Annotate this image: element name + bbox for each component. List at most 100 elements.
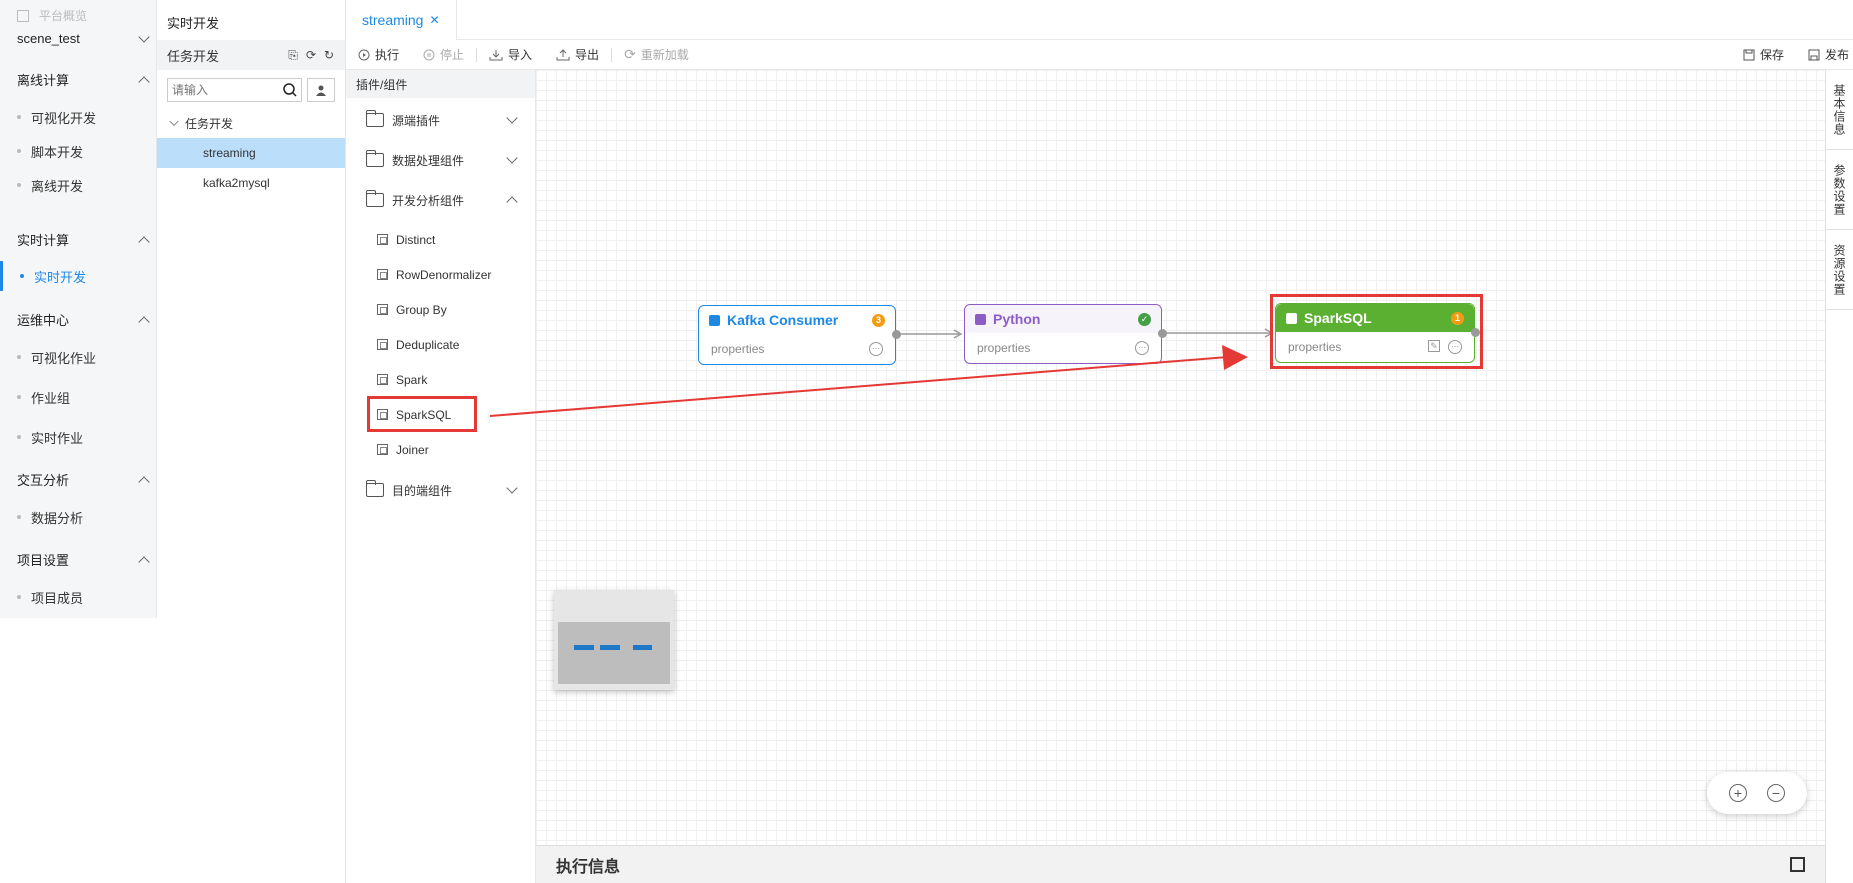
folder-label: 开发分析组件 (392, 193, 465, 208)
node-badge: 3 (872, 313, 885, 327)
component-rowdenormalizer[interactable]: RowDenormalizer (346, 257, 535, 292)
publish-button[interactable]: 发布 (1796, 46, 1853, 63)
zoom-controls: + − (1707, 772, 1807, 814)
platform-overview-link[interactable]: 平台概览 (17, 7, 87, 24)
component-icon (377, 304, 388, 315)
close-icon[interactable]: ✕ (429, 13, 439, 27)
nav-group-realtime[interactable]: 实时计算 (17, 230, 149, 249)
tree-leaf-streaming[interactable]: streaming (157, 138, 345, 168)
play-icon (358, 49, 370, 60)
folder-label: 目的端组件 (392, 483, 453, 498)
tree-search-box (167, 78, 302, 102)
nav-group-offline[interactable]: 离线计算 (17, 70, 149, 89)
nav-group-label: 项目设置 (17, 553, 70, 568)
sync-icon[interactable]: ⟳ (305, 49, 317, 61)
output-port[interactable] (1158, 329, 1167, 338)
zoom-in-icon[interactable]: + (1729, 784, 1747, 802)
reload-button[interactable]: ⟳ 重新加载 (612, 46, 701, 63)
node-header: Python ✓ (965, 305, 1161, 333)
nav-item-project-members[interactable]: 项目成员 (0, 582, 156, 612)
folder-sink-components[interactable]: 目的端组件 (346, 470, 535, 510)
nav-item-data-analysis[interactable]: 数据分析 (0, 502, 156, 532)
more-icon[interactable]: ⋯ (1448, 340, 1462, 354)
canvas-minimap[interactable] (554, 590, 674, 690)
nav-group-label: 运维中心 (17, 313, 70, 328)
stop-button[interactable]: 停止 (411, 46, 476, 63)
node-header: Kafka Consumer 3 (699, 306, 895, 334)
refresh-icon[interactable]: ↻ (323, 49, 335, 61)
folder-data-processing[interactable]: 数据处理组件 (346, 140, 535, 180)
chevron-up-icon (139, 75, 149, 85)
folder-source-plugins[interactable]: 源端插件 (346, 100, 535, 140)
component-label: Distinct (396, 232, 436, 247)
output-port[interactable] (892, 330, 901, 339)
user-filter-button[interactable] (307, 78, 335, 102)
more-icon[interactable]: ⋯ (1135, 341, 1149, 355)
folder-label: 源端插件 (392, 113, 441, 128)
tree-section-bar: 任务开发 ⎘ ⟳ ↻ (157, 40, 345, 70)
tab-resource-settings[interactable]: 资源设置 (1826, 230, 1853, 310)
component-label: SparkSQL (396, 407, 452, 422)
nav-item-visual-job[interactable]: 可视化作业 (0, 342, 156, 372)
component-joiner[interactable]: Joiner (346, 432, 535, 467)
nav-group-interactive[interactable]: 交互分析 (17, 470, 149, 489)
tab-streaming[interactable]: streaming ✕ (346, 0, 457, 40)
component-deduplicate[interactable]: Deduplicate (346, 327, 535, 362)
nav-item-label: 可视化作业 (31, 350, 97, 366)
nav-item-script-dev[interactable]: 脚本开发 (0, 136, 156, 166)
minimap-viewport[interactable] (558, 622, 670, 684)
new-file-icon[interactable]: ⎘ (287, 49, 299, 61)
reload-icon: ⟳ (624, 46, 636, 62)
import-button[interactable]: 导入 (477, 46, 544, 63)
more-icon[interactable]: ⋯ (869, 342, 883, 356)
bullet-icon (17, 395, 21, 399)
run-button[interactable]: 执行 (346, 46, 411, 63)
nav-item-visual-dev[interactable]: 可视化开发 (0, 102, 156, 132)
node-python[interactable]: Python ✓ properties ⋯ (964, 304, 1162, 364)
folder-icon (365, 480, 384, 497)
edit-icon[interactable]: ✎ (1428, 340, 1440, 352)
bullet-icon (17, 149, 21, 153)
component-sparksql[interactable]: SparkSQL (346, 397, 535, 432)
component-spark[interactable]: Spark (346, 362, 535, 397)
tab-param-settings[interactable]: 参数设置 (1826, 150, 1853, 230)
plugin-palette: 插件/组件 源端插件 数据处理组件 开发分析组件 Distinct RowDen… (346, 70, 536, 883)
nav-item-job-group[interactable]: 作业组 (0, 382, 156, 412)
execution-info-title: 执行信息 (556, 858, 621, 876)
nav-group-ops[interactable]: 运维中心 (17, 310, 149, 329)
nav-group-project-settings[interactable]: 项目设置 (17, 550, 149, 569)
editor-toolbar: 执行 停止 导入 导出 ⟳ 重新加载 保存 发布 (346, 40, 1853, 70)
component-distinct[interactable]: Distinct (346, 222, 535, 257)
tree-root-node[interactable]: 任务开发 (157, 108, 345, 138)
node-title: Python (993, 311, 1041, 327)
save-button[interactable]: 保存 (1731, 46, 1796, 63)
check-icon: ✓ (1138, 312, 1151, 326)
nav-item-realtime-dev[interactable]: 实时开发 (0, 261, 156, 291)
zoom-out-icon[interactable]: − (1767, 784, 1785, 802)
component-groupby[interactable]: Group By (346, 292, 535, 327)
tree-leaf-kafka2mysql[interactable]: kafka2mysql (157, 168, 345, 198)
nav-item-realtime-job[interactable]: 实时作业 (0, 422, 156, 452)
tree-search-input[interactable] (172, 83, 272, 97)
maximize-icon[interactable] (1790, 857, 1805, 872)
output-port[interactable] (1471, 328, 1480, 337)
tab-basic-info[interactable]: 基本信息 (1826, 70, 1853, 150)
folder-icon (365, 110, 384, 127)
chevron-down-icon (139, 34, 149, 44)
chevron-up-icon (139, 315, 149, 325)
export-button[interactable]: 导出 (544, 46, 611, 63)
project-selector[interactable]: scene_test (17, 31, 149, 46)
folder-dev-analysis[interactable]: 开发分析组件 (346, 180, 535, 220)
node-body: properties ✎ ⋯ (1276, 332, 1474, 362)
flow-canvas[interactable]: Kafka Consumer 3 properties ⋯ Python ✓ p… (536, 70, 1825, 845)
search-icon[interactable] (283, 83, 297, 97)
execution-info-panel[interactable]: 执行信息 (536, 845, 1825, 883)
stop-label: 停止 (440, 48, 465, 62)
node-kafka-consumer[interactable]: Kafka Consumer 3 properties ⋯ (698, 305, 896, 365)
component-label: RowDenormalizer (396, 267, 492, 282)
node-sparksql[interactable]: SparkSQL 1 properties ✎ ⋯ (1275, 303, 1475, 363)
nav-item-offline-dev[interactable]: 离线开发 (0, 170, 156, 200)
save-icon (1743, 49, 1755, 60)
component-label: Joiner (396, 442, 429, 457)
node-header: SparkSQL 1 (1276, 304, 1474, 332)
